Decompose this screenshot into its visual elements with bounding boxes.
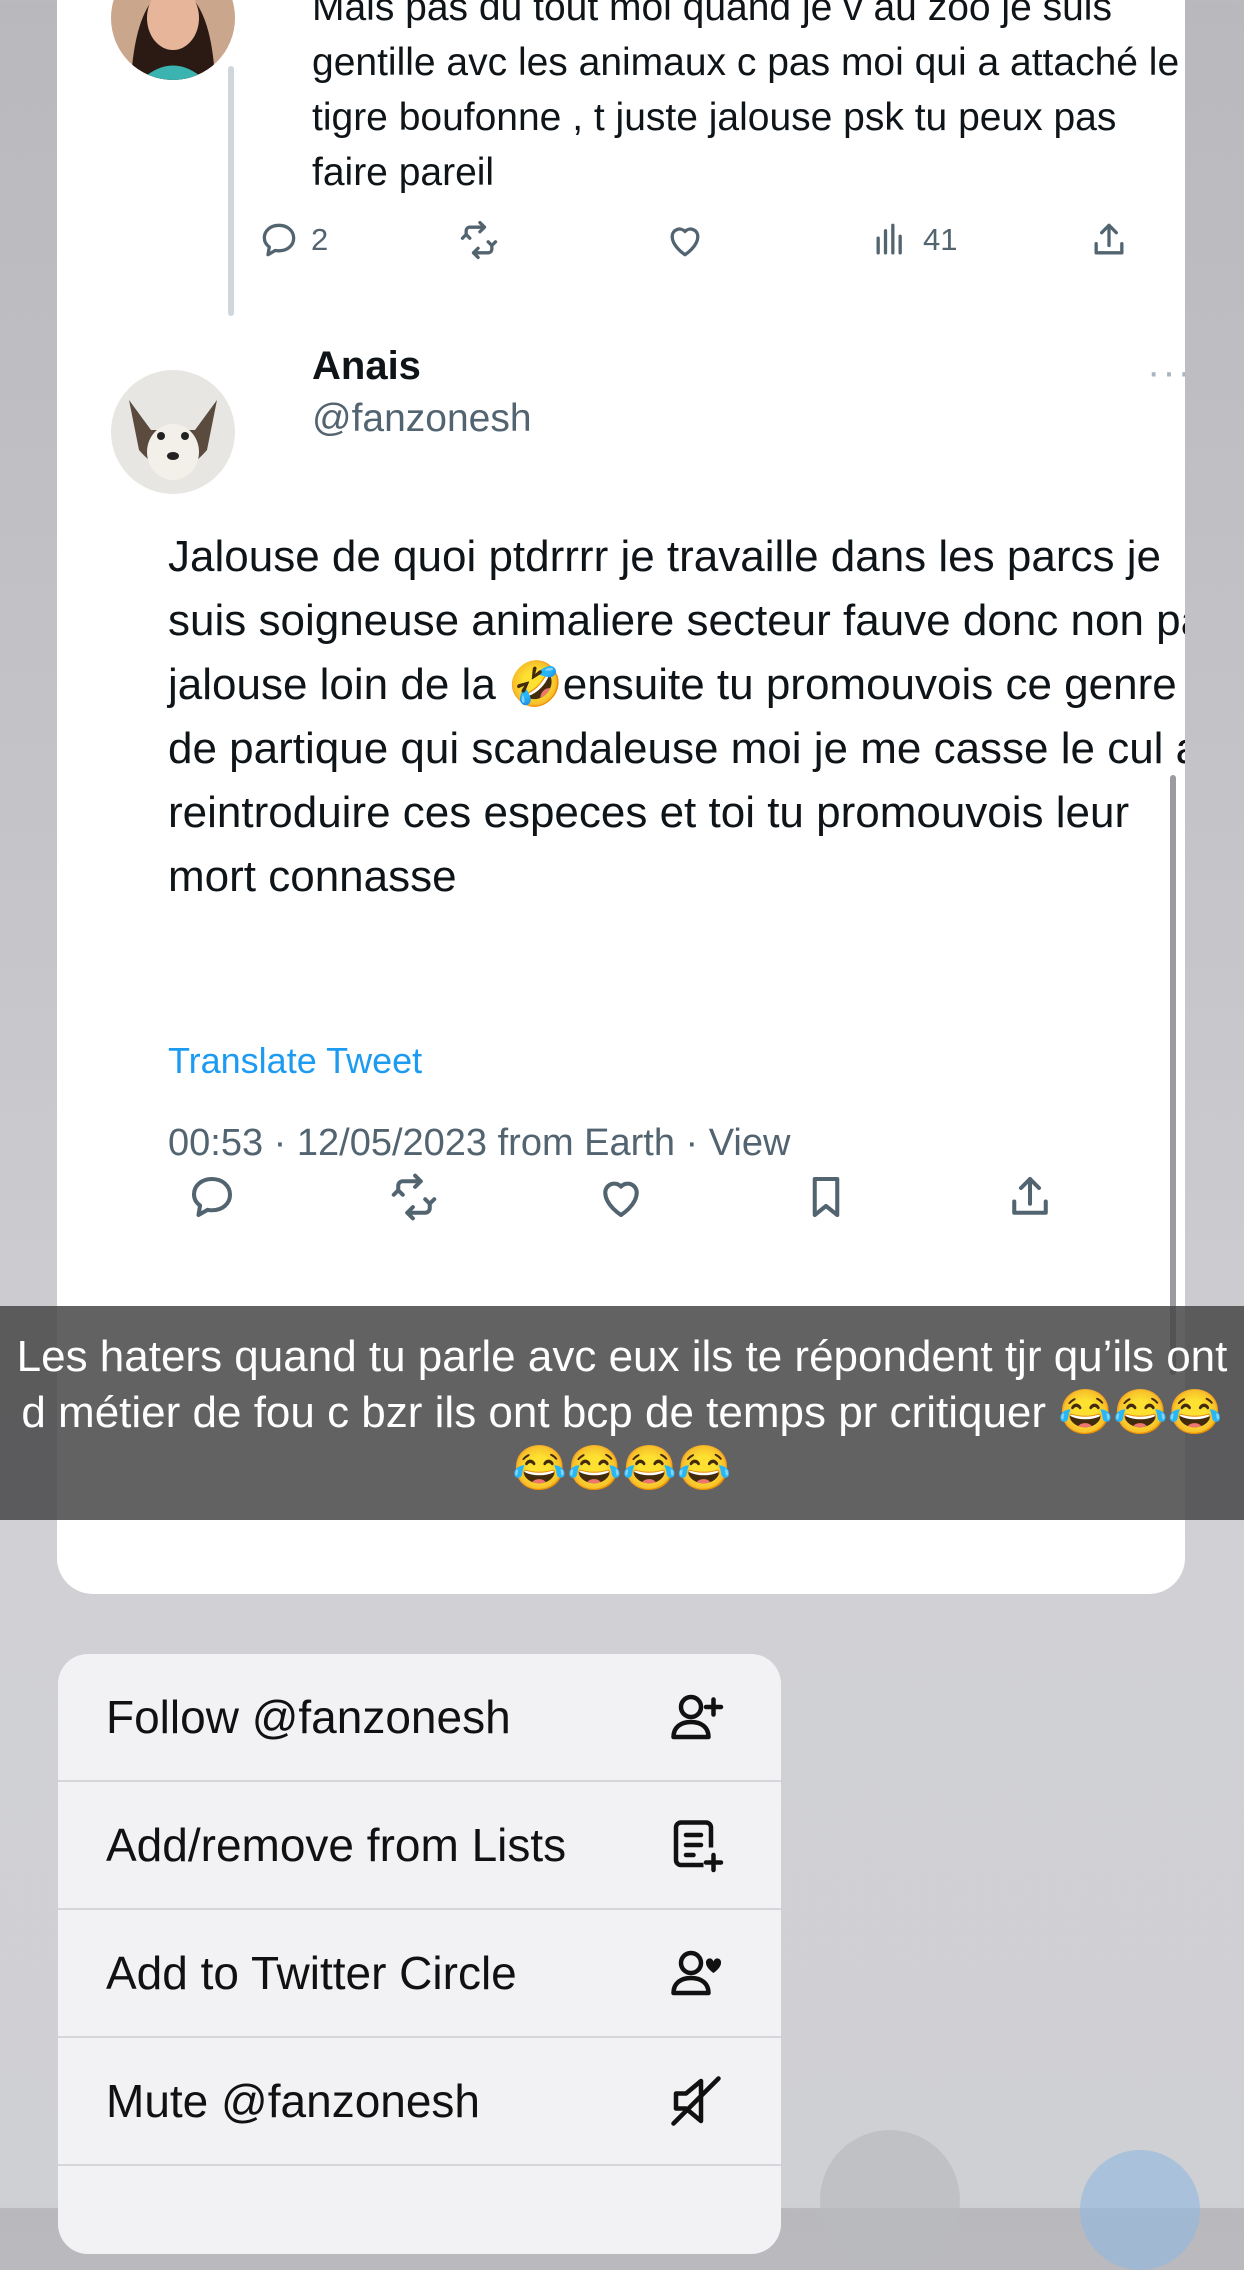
author-handle[interactable]: @fanzonesh [312,397,532,441]
scrollbar[interactable] [1170,775,1176,1375]
comment-icon [262,223,296,257]
circle-user-icon [671,1950,722,1996]
context-menu: Follow @fanzonesh Add/remove from Lists … [58,1654,781,2254]
translate-tweet-link[interactable]: Translate Tweet [168,1040,422,1082]
share-button[interactable] [1087,218,1131,262]
heart-icon [670,227,700,257]
reply-avatar[interactable] [111,0,235,80]
follow-user-icon [671,1694,724,1740]
retweet-icon [460,220,498,260]
more-options-icon[interactable]: ··· [1147,350,1185,395]
background-blur [1080,2150,1200,2270]
menu-item-lists[interactable]: Add/remove from Lists [58,1782,781,1910]
author-name[interactable]: Anais [312,344,421,389]
retweet-button[interactable] [457,218,501,262]
analytics-icon [876,223,902,255]
menu-item-label: Add to Twitter Circle [106,1947,517,1999]
tweet-text: Jalouse de quoi ptdrrrr je travaille dan… [168,532,1185,901]
thread-line [228,66,234,316]
share-icon [1012,1176,1048,1215]
menu-item-mute[interactable]: Mute @fanzonesh [58,2038,781,2166]
reply-button[interactable]: 2 [257,218,328,262]
menu-item-label: Add/remove from Lists [106,1819,567,1871]
tweet-timestamp[interactable]: 00:53 · 12/05/2023 from Earth · View [168,1122,790,1165]
snap-caption: Les haters quand tu parle avc eux ils te… [0,1306,1244,1520]
main-retweet-button[interactable] [387,1170,441,1224]
background-blur [820,2130,960,2270]
menu-item-label: Follow @fanzonesh [106,1691,511,1743]
caption-text: Les haters quand tu parle avc eux ils te… [16,1332,1228,1493]
view-count: 41 [923,222,958,257]
reply-count: 2 [311,222,329,257]
bookmark-button[interactable] [799,1170,853,1224]
retweet-icon [391,1173,437,1221]
menu-item-label: Mute @fanzonesh [106,2075,481,2127]
comment-icon [191,1176,233,1218]
reply-text: Mais pas du tout moi quand je v au zoo j… [312,0,1180,194]
menu-item-follow[interactable]: Follow @fanzonesh [58,1654,781,1782]
main-share-button[interactable] [1003,1170,1057,1224]
list-add-icon [673,1820,724,1873]
share-icon [1094,223,1124,255]
main-reply-button[interactable] [185,1170,239,1224]
views-button[interactable]: 41 [869,218,957,262]
like-button[interactable] [663,218,707,262]
author-avatar[interactable] [111,370,235,494]
main-like-button[interactable] [594,1170,648,1224]
bookmark-icon [812,1176,840,1218]
heart-icon [603,1181,639,1218]
mute-icon [671,2076,721,2126]
menu-item-twitter-circle[interactable]: Add to Twitter Circle [58,1910,781,2038]
